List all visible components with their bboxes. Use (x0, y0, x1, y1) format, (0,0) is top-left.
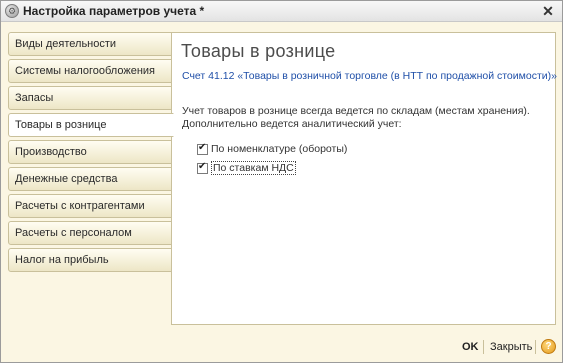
description-line: Учет товаров в рознице всегда ведется по… (182, 105, 530, 117)
window-title: Настройка параметров учета * (23, 4, 205, 18)
sidebar-item-label: Системы налогообложения (15, 65, 155, 77)
sidebar-item-label: Запасы (15, 92, 54, 104)
sidebar-item-label: Расчеты с контрагентами (15, 200, 145, 212)
sidebar-item-label: Виды деятельности (15, 38, 117, 50)
checkbox-label: По ставкам НДС (211, 161, 296, 175)
description-line: Дополнительно ведется аналитический учет… (182, 118, 402, 130)
divider (483, 340, 484, 354)
divider (535, 340, 536, 354)
sidebar-nav: Виды деятельности Системы налогообложени… (8, 32, 174, 275)
description: Учет товаров в рознице всегда ведется по… (182, 105, 552, 131)
sidebar-item-personnel[interactable]: Расчеты с персоналом (8, 221, 172, 245)
settings-gear-icon: ⚙ (5, 4, 19, 18)
sidebar-item-label: Денежные средства (15, 173, 118, 185)
close-button[interactable]: Закрыть (490, 341, 532, 353)
sidebar-item-inventory[interactable]: Запасы (8, 86, 172, 110)
settings-panel: Товары в рознице Счет 41.12 «Товары в ро… (171, 32, 557, 325)
checkmark-icon: ✔ (198, 160, 207, 172)
checkbox-label: По номенклатуре (обороты) (211, 143, 348, 155)
sidebar-item-label: Товары в рознице (15, 119, 107, 131)
sidebar-item-activity-types[interactable]: Виды деятельности (8, 32, 172, 56)
checkbox-by-nomenclature[interactable]: ✔ (197, 141, 208, 155)
close-icon[interactable]: ✕ (540, 3, 556, 19)
sidebar-item-profit-tax[interactable]: Налог на прибыль (8, 248, 172, 272)
sidebar-item-retail-goods[interactable]: Товары в рознице (8, 113, 174, 137)
sidebar-item-label: Производство (15, 146, 87, 158)
title-bar: ⚙ Настройка параметров учета * ✕ (1, 1, 562, 22)
sidebar-item-cash[interactable]: Денежные средства (8, 167, 172, 191)
check-by-vat-rates[interactable]: ✔ По ставкам НДС (197, 161, 296, 175)
sidebar-item-counterparties[interactable]: Расчеты с контрагентами (8, 194, 172, 218)
checkmark-icon: ✔ (198, 141, 207, 153)
sidebar-item-label: Налог на прибыль (15, 254, 109, 266)
ok-button[interactable]: OK (462, 341, 479, 353)
page-title: Товары в рознице (181, 41, 336, 61)
account-link[interactable]: Счет 41.12 «Товары в розничной торговле … (182, 70, 557, 82)
checkbox-by-vat-rates[interactable]: ✔ (197, 160, 208, 174)
help-icon[interactable]: ? (541, 339, 556, 354)
sidebar-item-production[interactable]: Производство (8, 140, 172, 164)
settings-window: ⚙ Настройка параметров учета * ✕ Виды де… (0, 0, 563, 363)
sidebar-item-tax-systems[interactable]: Системы налогообложения (8, 59, 172, 83)
sidebar-item-label: Расчеты с персоналом (15, 227, 132, 239)
footer-bar: OK Закрыть ? (1, 333, 562, 362)
check-by-nomenclature[interactable]: ✔ По номенклатуре (обороты) (197, 141, 348, 155)
